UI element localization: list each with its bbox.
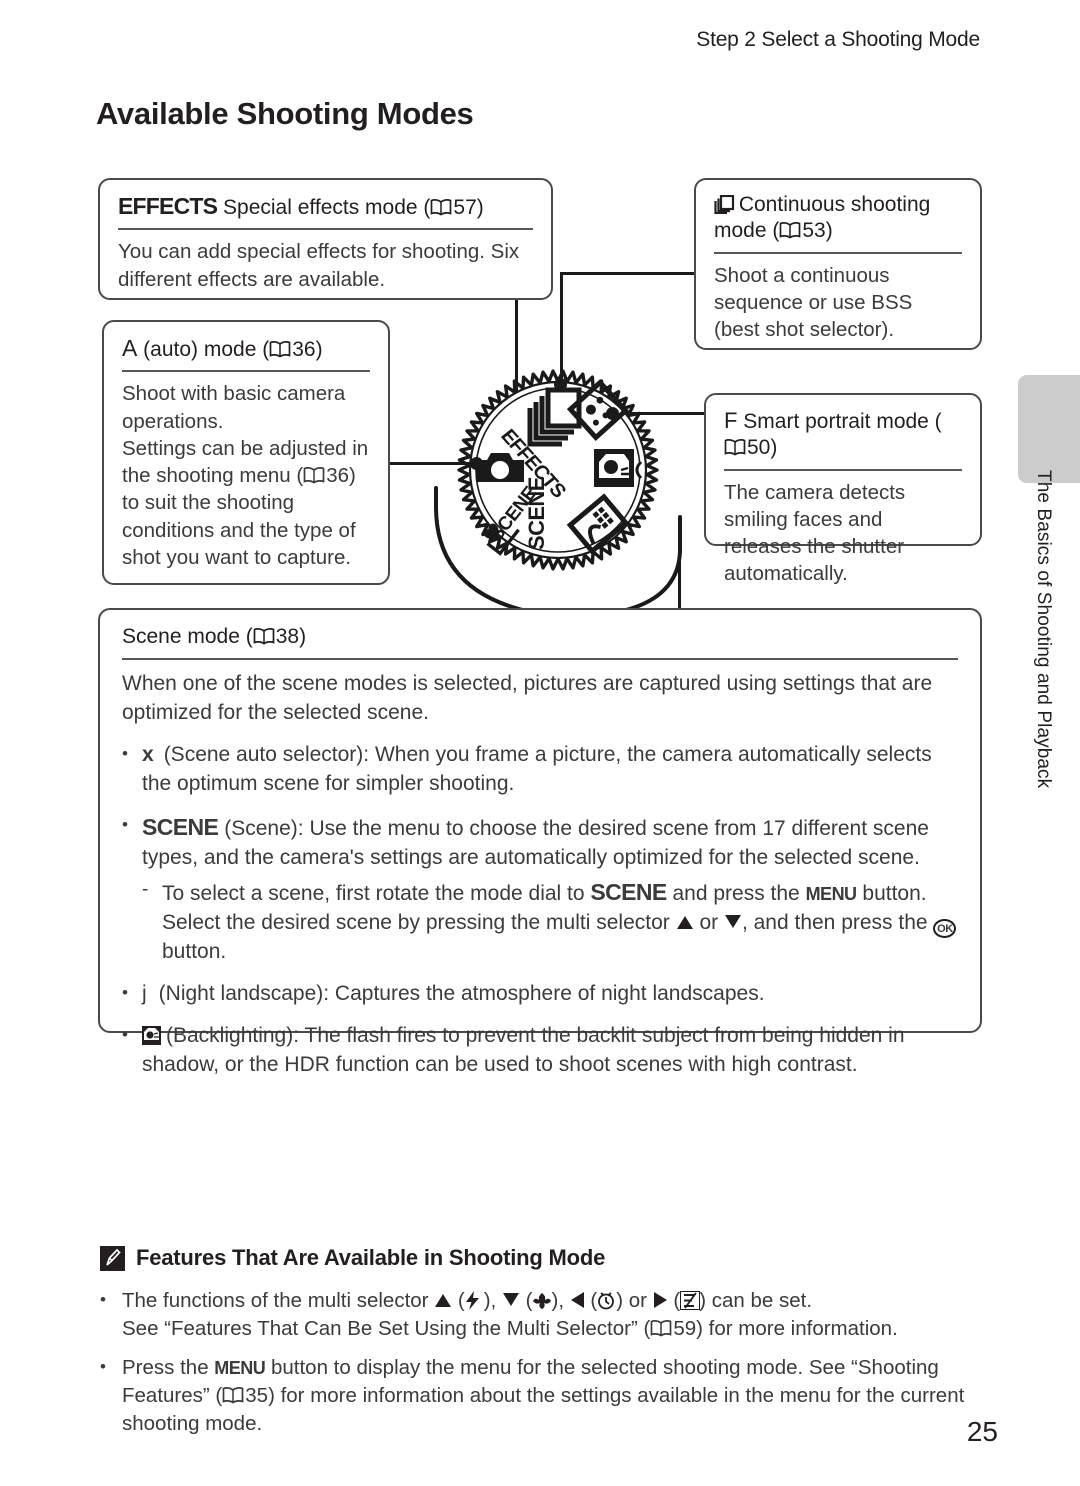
book-icon <box>222 1386 244 1404</box>
manual-page: Step 2 Select a Shooting Mode Available … <box>0 0 1080 1486</box>
callout-smart-portrait: F Smart portrait mode (50) The camera de… <box>704 393 982 585</box>
multi-selector-up-icon <box>435 1294 452 1307</box>
flash-icon <box>465 1290 484 1310</box>
book-icon <box>650 1320 672 1337</box>
chapter-tab-label: The Basics of Shooting and Playback <box>1033 470 1054 789</box>
macro-icon <box>532 1290 552 1309</box>
auto-mode-icon: A <box>122 335 138 361</box>
list-item: • SCENE (Scene): Use the menu to choose t… <box>122 812 958 967</box>
exposure-compensation-icon <box>679 1290 702 1311</box>
list-item-text: (Night landscape): Captures the atmosphe… <box>158 982 765 1006</box>
bullet-marker: • <box>122 815 128 835</box>
page-number: 25 <box>966 1416 998 1447</box>
sub-list-item: - To select a scene, first rotate the mo… <box>142 877 958 967</box>
multi-selector-up-icon <box>676 916 693 930</box>
list-item: • x (Scene auto selector): When you frame… <box>122 741 958 799</box>
note-section-title: Features That Are Available in Shooting … <box>136 1245 606 1270</box>
book-icon <box>724 439 746 456</box>
bullet-marker: • <box>122 983 128 1003</box>
leader-dot-effects <box>509 463 522 476</box>
book-icon <box>253 628 275 645</box>
scene-icon: SCENE <box>590 879 667 906</box>
scene-auto-selector-icon: x <box>142 743 154 767</box>
note-section-body: • The functions of the multi selector ()… <box>100 1287 980 1448</box>
callout-auto-body: Shoot with basic camera operations. Sett… <box>122 382 369 569</box>
running-header: Step 2 Select a Shooting Mode <box>696 28 980 51</box>
book-icon <box>779 222 801 239</box>
dial-night-landscape-icon <box>594 449 634 487</box>
smart-portrait-mode-icon: F <box>724 408 738 433</box>
callout-portrait-body: The camera detects smiling faces and rel… <box>724 480 906 586</box>
callout-auto-heading: A (auto) mode (36) <box>122 334 370 373</box>
leader-dot-auto <box>470 457 483 470</box>
callout-portrait-heading: F Smart portrait mode (50) <box>724 407 962 471</box>
ok-button-icon: OK <box>933 919 957 939</box>
menu-button-icon: MENU <box>805 884 858 905</box>
bullet-marker: • <box>100 1290 106 1309</box>
multi-selector-down-icon <box>502 1293 519 1306</box>
list-item: • (Backlighting): The flash fires to pre… <box>122 1022 958 1080</box>
list-item-text: (Scene): Use the menu to choose the desi… <box>142 817 929 870</box>
multi-selector-right-icon <box>653 1292 667 1308</box>
callout-auto-mode: A (auto) mode (36) Shoot with basic came… <box>102 320 390 585</box>
list-item: • Press the MENU button to display the m… <box>100 1354 980 1439</box>
callout-effects-heading: EFFECTS Special effects mode (57) <box>118 192 533 231</box>
callout-scene-heading: Scene mode (38) <box>122 624 958 661</box>
page-title: Available Shooting Modes <box>96 96 474 131</box>
book-icon <box>303 467 325 484</box>
callout-continuous-body: Shoot a continuous sequence or use BSS (… <box>714 263 913 342</box>
list-item: • The functions of the multi selector ()… <box>100 1287 980 1344</box>
leader-dot-portrait <box>606 407 619 420</box>
mode-dial-illustration: EFFECTS SCENE SCENE <box>448 358 668 588</box>
scene-icon: SCENE <box>142 814 219 841</box>
effects-mode-icon: EFFECTS <box>118 193 218 219</box>
bullet-marker: • <box>122 744 128 764</box>
list-item-text: (Backlighting): The flash fires to preve… <box>142 1024 905 1077</box>
list-item: • j (Night landscape): Captures the atmos… <box>122 980 958 1009</box>
callout-scene-intro: When one of the scene modes is selected,… <box>122 672 933 724</box>
sub-bullet-marker: - <box>142 879 149 901</box>
book-icon <box>430 199 452 216</box>
bullet-marker: • <box>122 1025 128 1045</box>
callout-scene-mode: Scene mode (38) When one of the scene mo… <box>98 608 982 1076</box>
list-item-text: (Scene auto selector): When you frame a … <box>142 743 932 796</box>
leader-line-continuous-h <box>560 272 700 275</box>
scene-bullet-list: • x (Scene auto selector): When you frame… <box>122 741 958 1080</box>
callout-effects-body: You can add special effects for shooting… <box>118 240 520 291</box>
continuous-shooting-icon <box>714 194 735 215</box>
night-landscape-icon: j <box>142 982 147 1006</box>
self-timer-icon <box>597 1290 616 1310</box>
multi-selector-down-icon <box>724 915 741 929</box>
note-section-header: Features That Are Available in Shooting … <box>100 1245 605 1271</box>
callout-continuous-heading: Continuous shooting mode (53) <box>714 192 962 254</box>
bullet-marker: • <box>100 1356 106 1376</box>
book-icon <box>269 341 291 358</box>
callout-effects-mode: EFFECTS Special effects mode (57) You ca… <box>98 178 553 300</box>
leader-dot-continuous <box>554 378 567 391</box>
callout-continuous-shooting: Continuous shooting mode (53) Shoot a co… <box>694 178 982 350</box>
menu-button-icon: MENU <box>214 1357 266 1378</box>
callout-auto-body-line1: Shoot with basic camera operations. <box>122 382 346 433</box>
backlighting-icon <box>142 1025 161 1046</box>
chapter-tab-marker <box>1018 375 1080 483</box>
multi-selector-left-icon <box>570 1292 584 1308</box>
pencil-note-icon <box>100 1245 125 1271</box>
